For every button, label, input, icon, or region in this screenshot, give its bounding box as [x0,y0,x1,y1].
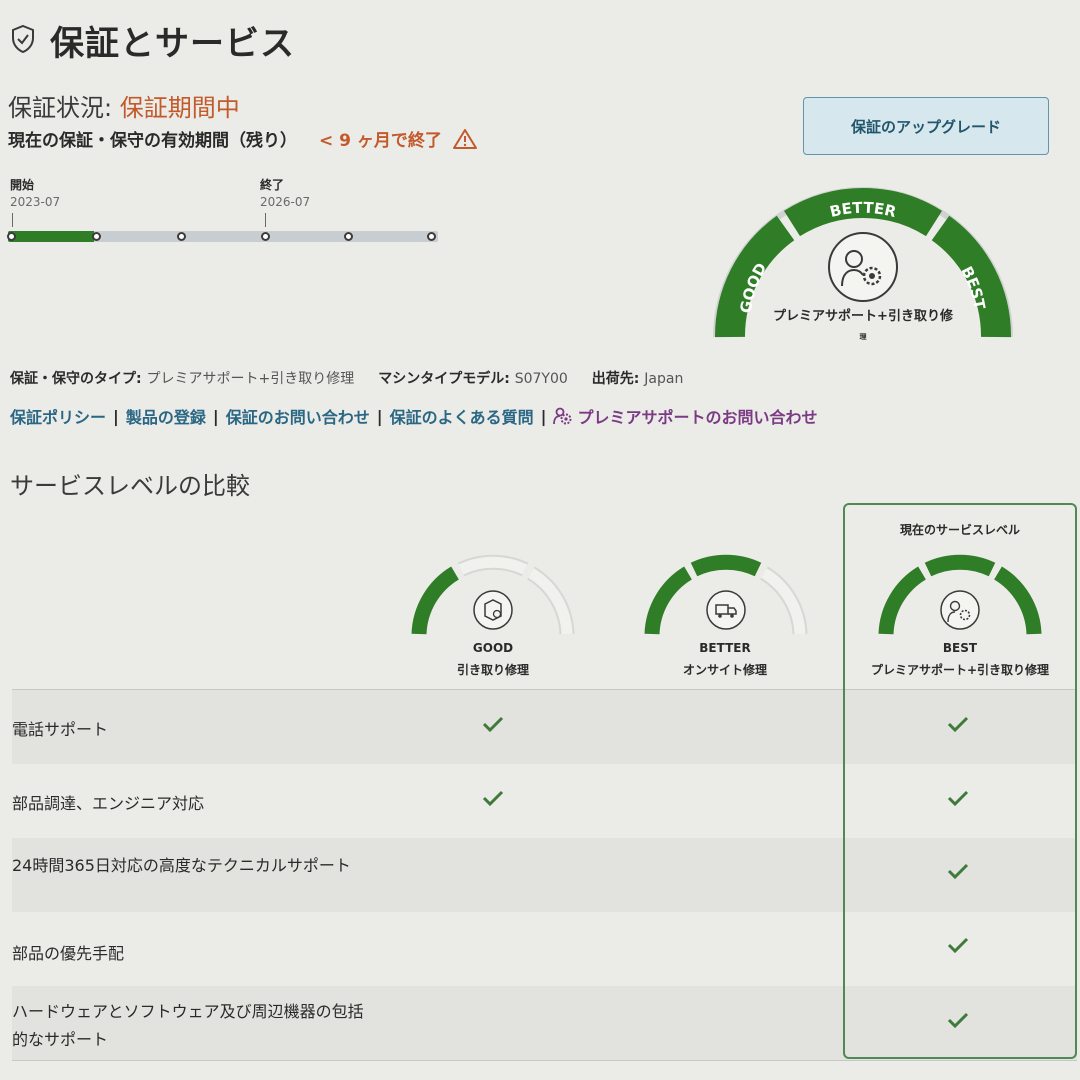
feature-24x7-support: 24時間365日対応の高度なテクニカルサポート [12,856,351,875]
link-separator: | [113,406,119,426]
link-separator: | [376,406,383,426]
check-icon [947,716,969,733]
premium-support-contact-link[interactable]: プレミアサポートのお問い合わせ [553,404,817,428]
timeline-end-tick [265,213,266,227]
warranty-type-value: プレミアサポート+引き取り修理 [146,371,355,387]
timeline-dot [344,232,353,241]
premium-support-icon [828,232,898,302]
timeline-start-label: 開始 [10,178,35,192]
feature-parts-engineer: 部品調達、エンジニア対応 [12,794,205,813]
level-good-desc: 引き取り修理 [456,663,529,677]
model-key: マシンタイプモデル: [378,371,515,387]
machine-info: 保証・保守のタイプ: プレミアサポート+引き取り修理 マシンタイプモデル: S0… [10,368,683,388]
timeline-start-tick [12,213,13,227]
warranty-policy-link[interactable]: 保証ポリシー [10,404,106,428]
gauge-plan-footnote: 理 [860,332,867,341]
level-better-desc: オンサイト修理 [682,663,767,677]
check-icon [947,790,969,807]
comparison-title: サービスレベルの比較 [10,472,250,500]
page-title: 保証とサービス [50,24,295,64]
check-icon [947,863,969,880]
service-level-gauge: GOOD BETTER BEST プレミアサポート+引き取り修 理 [713,187,1013,341]
warranty-faq-link[interactable]: 保証のよくある質問 [390,404,534,428]
premium-support-contact-label: プレミアサポートのお問い合わせ [577,408,818,427]
level-good-name: GOOD [472,641,514,655]
link-separator: | [212,406,219,426]
table-divider [12,1060,1077,1061]
timeline-dot [427,232,436,241]
timeline-start-date: 2023-07 [10,195,61,209]
feature-phone-support: 電話サポート [12,720,109,739]
shield-check-icon [12,24,34,54]
gauge-plan-label: プレミアサポート+引き取り修 [773,308,954,324]
remaining-value: < 9 ヶ月で終了 [319,131,442,151]
check-icon [482,790,504,807]
check-icon [482,716,504,733]
link-separator: | [540,406,547,426]
box-repair-icon [473,590,513,630]
remaining-label: 現在の保証・保守の有効期間（残り） [8,131,297,151]
premium-support-icon [940,590,980,630]
timeline-end-date: 2026-07 [260,195,311,209]
check-icon [947,1012,969,1029]
warranty-links: 保証ポリシー | 製品の登録 | 保証のお問い合わせ | 保証のよくある質問 |… [10,404,817,428]
ship-key: 出荷先: [591,371,645,387]
check-icon [947,937,969,954]
timeline-dot [92,232,101,241]
good-level-gauge [411,554,575,635]
level-best-desc: プレミアサポート+引き取り修理 [870,663,1050,677]
product-registration-link[interactable]: 製品の登録 [126,404,206,428]
remaining-period: 現在の保証・保守の有効期間（残り） < 9 ヶ月で終了 [8,126,478,151]
timeline-elapsed-bar [8,231,94,242]
warning-icon [452,128,477,149]
timeline-end-label: 終了 [260,178,285,192]
ship-value: Japan [644,371,684,387]
status-value: 保証期間中 [119,94,240,122]
timeline-dot [177,232,186,241]
model-value: S07Y00 [514,371,568,387]
best-level-gauge [878,554,1042,635]
warranty-type-key: 保証・保守のタイプ: [10,371,147,387]
timeline-dot [7,232,16,241]
status-label: 保証状況: [8,94,120,122]
current-level-label: 現在のサービスレベル [899,523,1020,537]
level-best-name: BEST [942,641,978,655]
feature-priority-parts: 部品の優先手配 [12,944,125,963]
better-level-gauge [644,554,808,635]
level-better-name: BETTER [699,641,751,655]
truck-icon [706,590,746,630]
upgrade-warranty-button[interactable]: 保証のアップグレード [803,97,1049,155]
warranty-status: 保証状況: 保証期間中 [8,88,240,123]
warranty-contact-link[interactable]: 保証のお問い合わせ [226,404,370,428]
premium-support-icon [553,407,572,425]
feature-comprehensive-support: ハードウェアとソフトウェア及び周辺機器の包括的なサポート [12,1002,364,1049]
timeline-dot [261,232,270,241]
